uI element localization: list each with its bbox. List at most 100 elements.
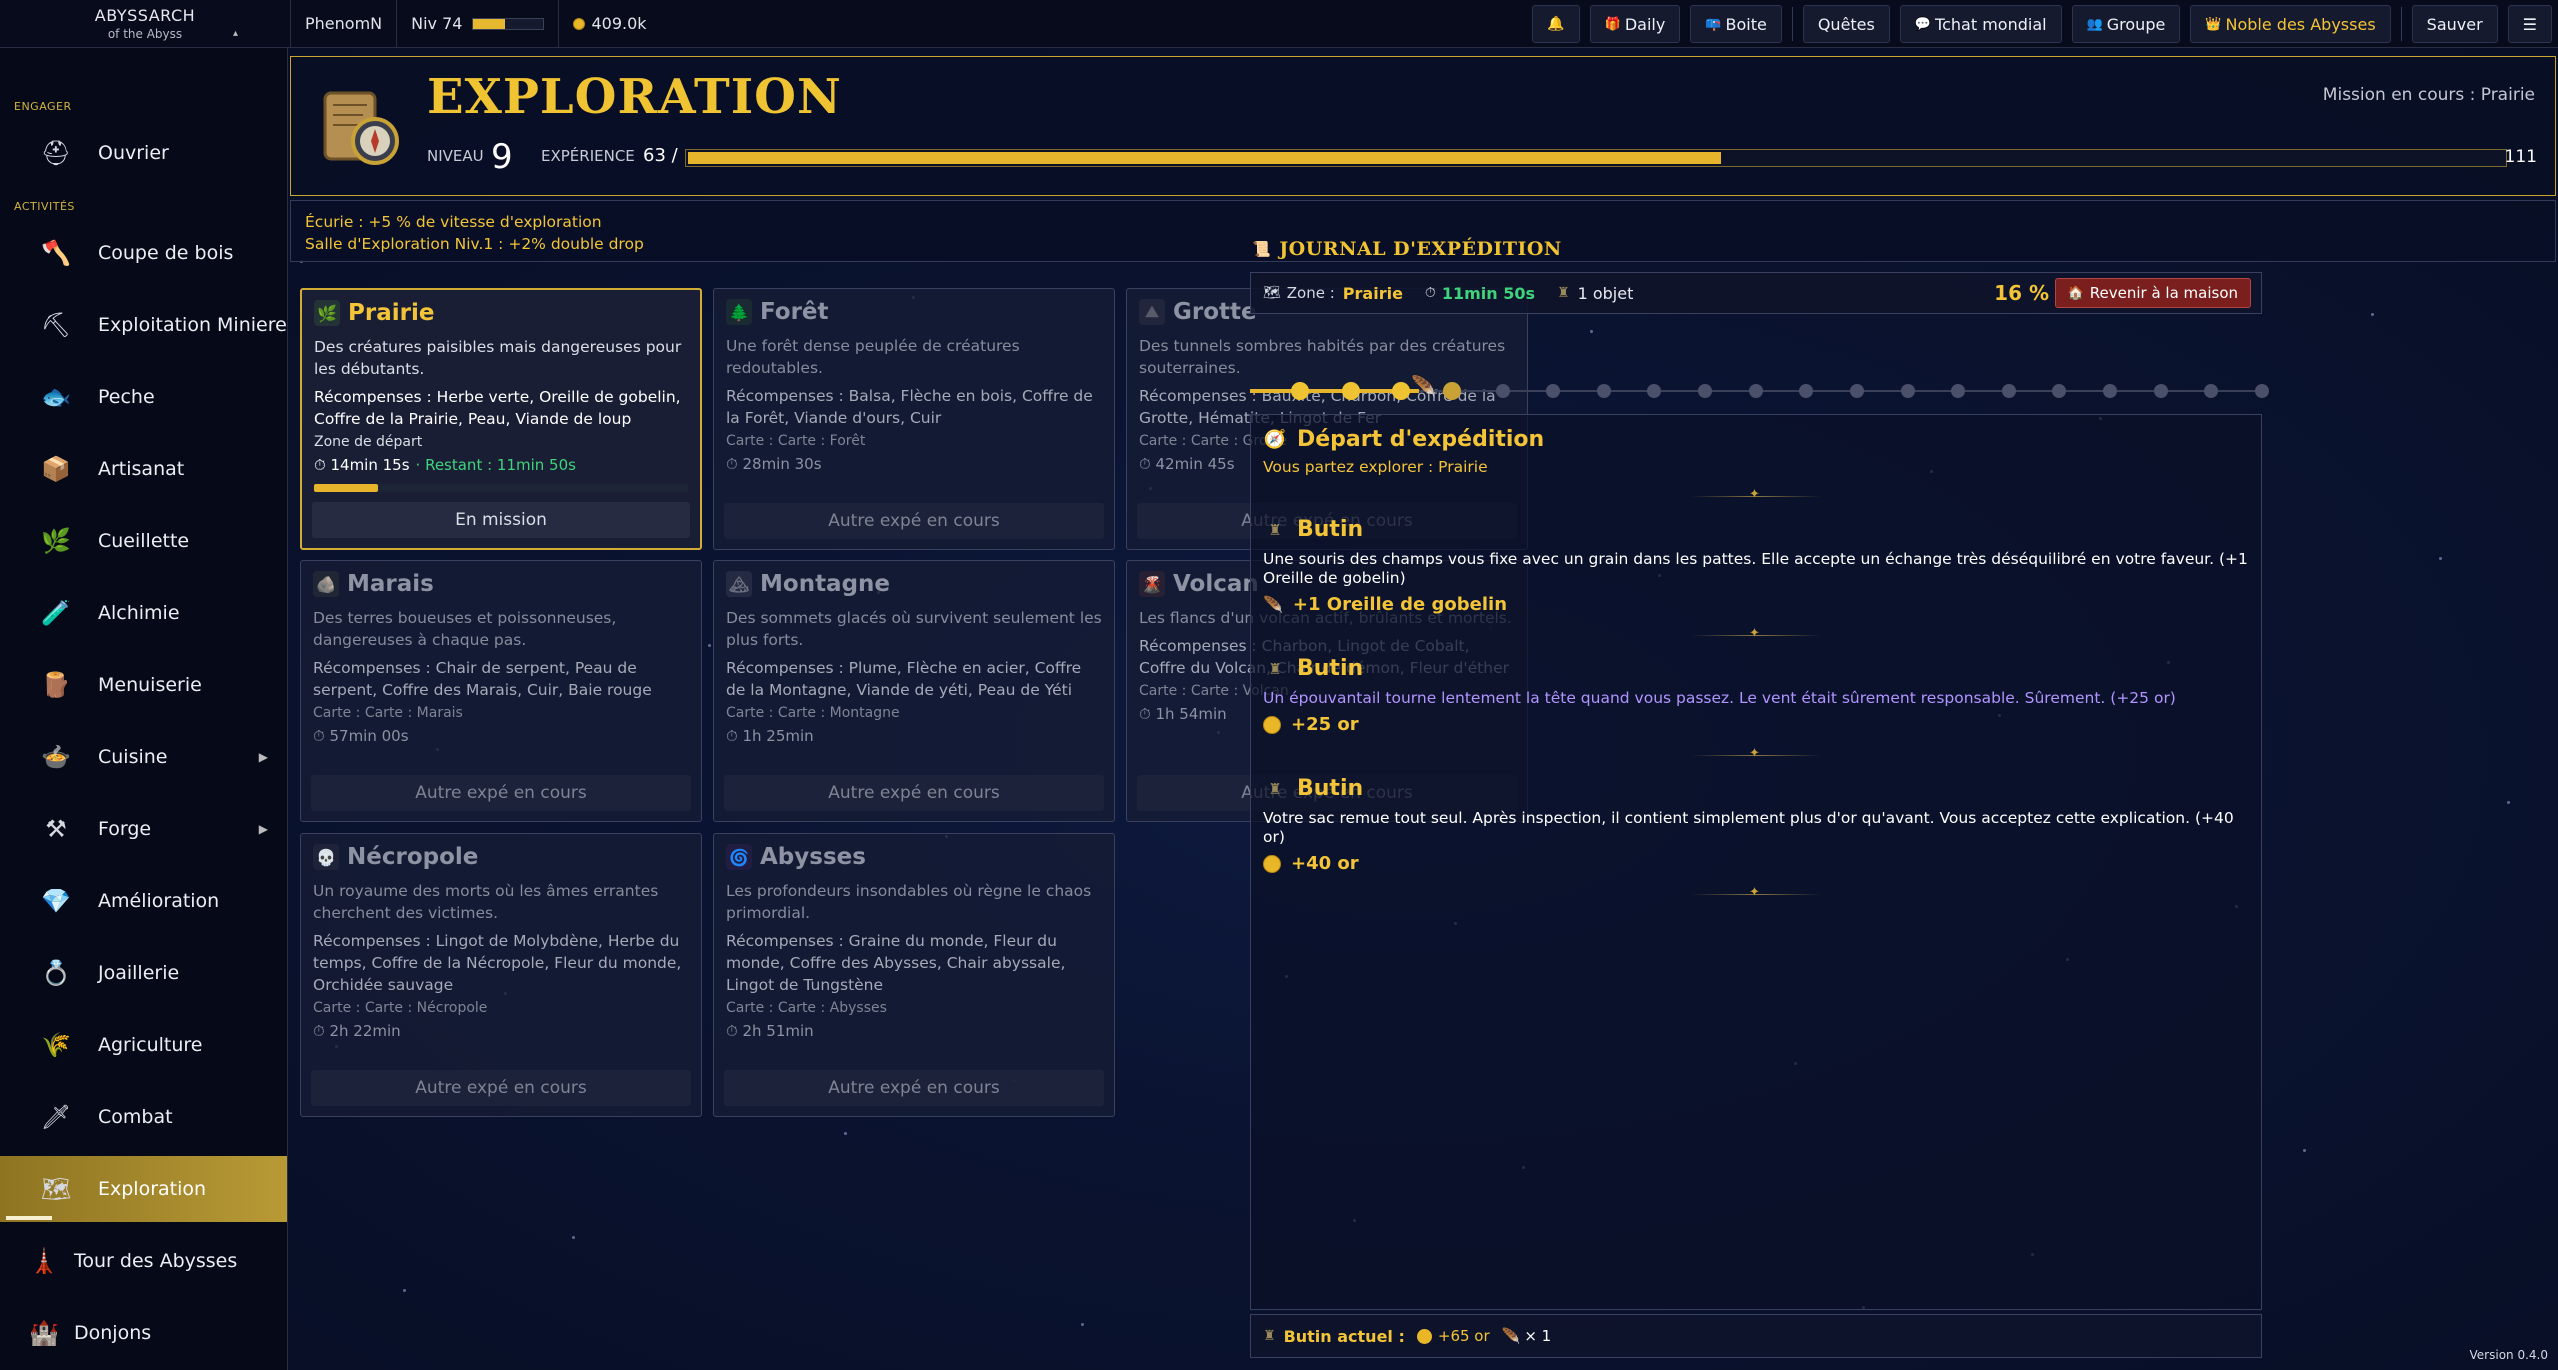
sidebar-item-cueillette[interactable]: 🌿 Cueillette: [0, 508, 287, 574]
anvil-icon: ⚒: [45, 815, 67, 843]
sidebar-item-coupe-de-bois[interactable]: 🪓 Coupe de bois: [0, 220, 287, 286]
timer-icon: ⏱: [726, 727, 738, 745]
timer-icon: ⏱: [1139, 705, 1151, 723]
mailbox-icon: 📪: [1705, 16, 1722, 32]
chevron-right-icon: ▶: [258, 822, 268, 836]
zone-card-forêt[interactable]: 🌲 Forêt Une forêt dense peuplée de créatur…: [713, 288, 1115, 550]
level-progress-fill: [473, 18, 505, 29]
sidebar-item-peche[interactable]: 🐟 Peche: [0, 364, 287, 430]
zone-action-button[interactable]: Autre expé en cours: [724, 1070, 1104, 1106]
zone-name: Nécropole: [347, 844, 479, 870]
pot-icon: 🍲: [41, 743, 71, 771]
brand-name: ABYSSARCH: [94, 6, 196, 25]
sidebar-item-tour-des-abysses[interactable]: 🗼 Tour des Abysses: [0, 1228, 287, 1294]
version-label: Version 0.4.0: [2469, 1348, 2548, 1362]
zone-action-button[interactable]: Autre expé en cours: [724, 503, 1104, 539]
timeline-step: [1698, 384, 1713, 398]
noble-label: Noble des Abysses: [2225, 14, 2376, 34]
level-value: 9: [491, 137, 513, 177]
entry-gain: +40 or: [1263, 853, 2249, 874]
sidebar-item-alchimie[interactable]: 🧪 Alchimie: [0, 580, 287, 646]
current-items: 🪶 × 1: [1502, 1327, 1552, 1345]
star-decoration: [403, 1289, 406, 1292]
timer-icon: ⏱: [726, 1022, 738, 1040]
sidebar-item-agriculture[interactable]: 🌾 Agriculture: [0, 1012, 287, 1078]
player-name[interactable]: PhenomN: [290, 0, 396, 48]
noble-button[interactable]: 👑 Noble des Abysses: [2190, 5, 2391, 43]
quetes-button[interactable]: Quêtes: [1802, 5, 1890, 43]
sidebar-item-forge[interactable]: ⚒ Forge ▶: [0, 796, 287, 862]
zone-card-marais[interactable]: 🪨 Marais Des terres boueuses et poissonneu…: [300, 560, 702, 822]
star-decoration: [2439, 557, 2442, 560]
entry-divider: [1691, 746, 1821, 761]
zone-label: Zone :: [1286, 284, 1335, 302]
gem-icon: 💍: [41, 959, 71, 987]
star-decoration: [2507, 801, 2510, 804]
journal-log[interactable]: 🧭 Départ d'expédition Vous partez explorer…: [1250, 414, 2262, 1310]
current-loot-label: Butin actuel :: [1283, 1326, 1405, 1346]
zone-icon: 💀: [313, 844, 339, 870]
chevron-right-icon: ▶: [258, 750, 268, 764]
timer-icon: ⏱: [1139, 455, 1151, 473]
zone-description: Des créatures paisibles mais dangereuses…: [314, 338, 682, 378]
zone-rewards: Récompenses : Herbe verte, Oreille de go…: [314, 388, 681, 428]
return-home-button[interactable]: 🏠 Revenir à la maison: [2054, 278, 2251, 308]
sidebar-item-exploration[interactable]: 🗺 Exploration: [0, 1156, 287, 1222]
top-bar: ABYSSARCH of the Abyss ▴ PhenomN Niv 74 …: [0, 0, 2558, 48]
zone-action-button[interactable]: En mission: [312, 502, 690, 538]
entry-title: ♜ Butin: [1263, 776, 2249, 801]
wheat-icon: 🌾: [41, 1031, 71, 1059]
sidebar-item-joaillerie[interactable]: 💍 Joaillerie: [0, 940, 287, 1006]
sidebar-item-label: Artisanat: [98, 458, 185, 480]
chat-button[interactable]: 💬 Tchat mondial: [1899, 5, 2062, 43]
coin-icon: [1263, 854, 1281, 873]
sidebar-item-donjons[interactable]: 🏰 Donjons: [0, 1300, 287, 1366]
brand-logo[interactable]: ABYSSARCH of the Abyss ▴: [0, 0, 290, 48]
sidebar-item-combat[interactable]: 🗡 Combat: [0, 1084, 287, 1150]
zone-time: 28min 30s: [742, 455, 822, 473]
sidebar-item-artisanat[interactable]: 📦 Artisanat: [0, 436, 287, 502]
sidebar-item-ouvrier[interactable]: ⛑ Ouvrier: [0, 120, 287, 186]
entry-title: ♜ Butin: [1263, 517, 2249, 542]
xp-progress-bar: [685, 149, 2507, 167]
sidebar-item-menuiserie[interactable]: 🪵 Menuiserie: [0, 652, 287, 718]
zone-icon: ⛰: [1139, 299, 1165, 325]
notifications-button[interactable]: 🔔: [1532, 5, 1580, 43]
map-compass-icon: [323, 91, 399, 165]
zone-card-abysses[interactable]: 🌀 Abysses Les profondeurs insondables où r…: [713, 833, 1115, 1117]
zone-card-prairie[interactable]: 🌿 Prairie Des créatures paisibles mais dan…: [300, 288, 702, 550]
sidebar-item-exploitation-miniere[interactable]: ⛏ Exploitation Miniere: [0, 292, 287, 358]
zone-action-button[interactable]: Autre expé en cours: [311, 1070, 691, 1106]
sidebar-item-label: Amélioration: [98, 890, 220, 912]
daily-button[interactable]: 🎁 Daily: [1589, 5, 1681, 43]
zone-card-nécropole[interactable]: 💀 Nécropole Un royaume des morts où les âm…: [300, 833, 702, 1117]
menu-button[interactable]: ☰: [2507, 5, 2552, 43]
bonus-line: Écurie : +5 % de vitesse d'exploration: [305, 213, 602, 231]
sidebar-item-amélioration[interactable]: 💎 Amélioration: [0, 868, 287, 934]
zone-card-montagne[interactable]: 🏔 Montagne Des sommets glacés où survivent…: [713, 560, 1115, 822]
sword-icon: 🗡: [40, 1103, 72, 1131]
zone-action-button[interactable]: Autre expé en cours: [311, 775, 691, 811]
entry-title: 🧭 Départ d'expédition: [1263, 427, 2249, 452]
groupe-button[interactable]: 👥 Groupe: [2071, 5, 2181, 43]
zone-description: Des terres boueuses et poissonneuses, da…: [313, 609, 617, 649]
boite-button[interactable]: 📪 Boite: [1690, 5, 1782, 43]
entry-gain-value: +1 Oreille de gobelin: [1292, 594, 1508, 615]
entry-title: ♜ Butin: [1263, 656, 2249, 681]
section-activites: ACTIVITÉS: [14, 200, 75, 213]
level-label: NIVEAU: [427, 147, 484, 165]
zone-name: Forêt: [760, 299, 829, 325]
level-progress-bar: [472, 17, 545, 30]
save-button[interactable]: Sauver: [2411, 5, 2498, 43]
zone-description: Un royaume des morts où les âmes errante…: [313, 882, 659, 922]
pouch-icon: ♜: [1268, 779, 1282, 798]
journal-entry-loot: ♜ Butin Votre sac remue tout seul. Après i…: [1263, 776, 2249, 900]
zone-action-button[interactable]: Autre expé en cours: [724, 775, 1104, 811]
coin-icon: [1416, 1328, 1432, 1344]
current-mission: Mission en cours : Prairie: [2322, 85, 2535, 105]
divider: [1791, 7, 1793, 41]
timer-icon: ⏱: [314, 456, 326, 474]
timer-icon: ⏱: [1424, 285, 1436, 301]
entry-text: Une souris des champs vous fixe avec un …: [1263, 550, 2248, 587]
sidebar-item-cuisine[interactable]: 🍲 Cuisine ▶: [0, 724, 287, 790]
